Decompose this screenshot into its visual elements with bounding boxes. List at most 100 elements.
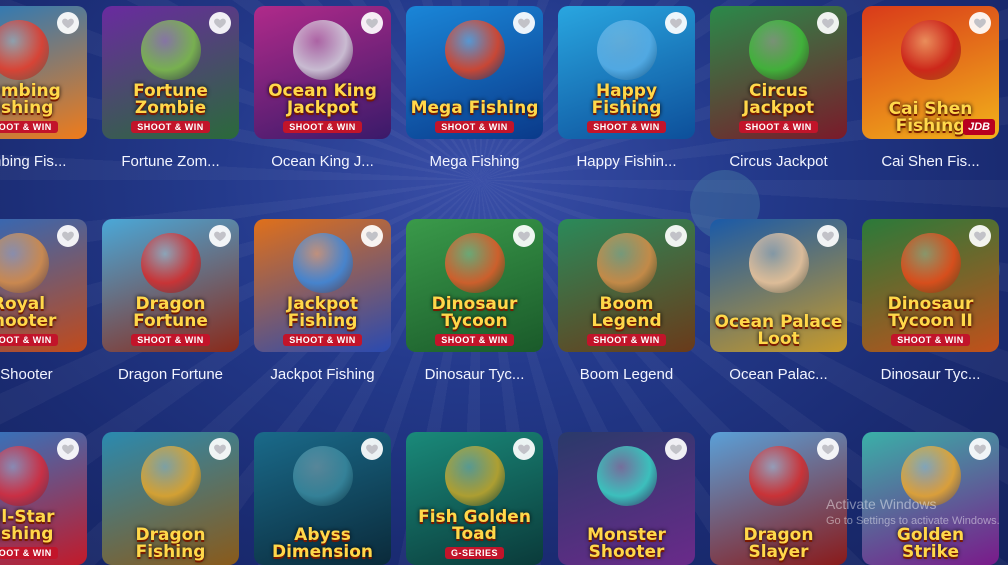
favorite-heart-icon[interactable] <box>665 438 687 460</box>
game-thumbnail[interactable]: Abyss Dimension <box>254 432 391 565</box>
game-mascot-art <box>596 233 657 293</box>
game-card[interactable]: Ocean Palace Loot Ocean Palac... <box>710 219 847 383</box>
game-card[interactable]: Dragon Fishing <box>102 432 239 565</box>
game-logo-text: Happy Fishing <box>591 81 662 118</box>
favorite-heart-icon[interactable] <box>513 12 535 34</box>
game-card[interactable]: Circus Jackpot SHOOT & WIN Circus Jackpot <box>710 6 847 170</box>
game-card[interactable]: Monster Shooter <box>558 432 695 565</box>
game-title[interactable]: Dragon Fortune <box>102 366 239 383</box>
game-card[interactable]: Dinosaur Tycoon SHOOT & WIN Dinosaur Tyc..… <box>406 219 543 383</box>
favorite-heart-icon[interactable] <box>969 225 991 247</box>
favorite-heart-icon[interactable] <box>57 12 79 34</box>
favorite-heart-icon[interactable] <box>361 12 383 34</box>
game-card[interactable]: Dinosaur Tycoon II SHOOT & WIN Dinosaur Ty… <box>862 219 999 383</box>
game-card[interactable]: Cai Shen Fishing JDB Cai Shen Fis... <box>862 6 999 170</box>
game-card[interactable]: Ocean King Jackpot SHOOT & WIN Ocean King … <box>254 6 391 170</box>
game-grid: Bombing Fishing SHOOT & WIN Bombing Fis...… <box>0 0 1008 565</box>
game-title[interactable]: al Shooter <box>0 366 87 383</box>
favorite-heart-icon[interactable] <box>361 225 383 247</box>
game-card[interactable]: All-Star Fishing SHOOT & WIN <box>0 432 87 565</box>
favorite-heart-icon[interactable] <box>209 12 231 34</box>
game-card[interactable]: Boom Legend SHOOT & WIN Boom Legend <box>558 219 695 383</box>
game-title[interactable]: Circus Jackpot <box>710 153 847 170</box>
watermark-subtitle: Go to Settings to activate Windows. <box>826 515 1000 527</box>
game-thumbnail[interactable]: Mega Fishing SHOOT & WIN <box>406 6 543 139</box>
game-thumbnail[interactable]: Ocean King Jackpot SHOOT & WIN <box>254 6 391 139</box>
game-card[interactable]: Fish Golden Toad G-SERIES <box>406 432 543 565</box>
favorite-heart-icon[interactable] <box>57 438 79 460</box>
game-tagline: SHOOT & WIN <box>587 121 666 133</box>
game-mascot-art <box>444 446 505 506</box>
game-card[interactable]: Jackpot Fishing SHOOT & WIN Jackpot Fishin… <box>254 219 391 383</box>
game-card[interactable]: Royal Shooter SHOOT & WIN al Shooter <box>0 219 87 383</box>
favorite-heart-icon[interactable] <box>513 438 535 460</box>
game-thumbnail[interactable]: Monster Shooter <box>558 432 695 565</box>
game-mascot-art <box>0 20 49 80</box>
game-thumbnail[interactable]: Happy Fishing SHOOT & WIN <box>558 6 695 139</box>
game-thumbnail[interactable]: Royal Shooter SHOOT & WIN <box>0 219 87 352</box>
game-thumbnail[interactable]: Fish Golden Toad G-SERIES <box>406 432 543 565</box>
game-mascot-art <box>292 233 353 293</box>
favorite-heart-icon[interactable] <box>209 225 231 247</box>
game-title[interactable]: Jackpot Fishing <box>254 366 391 383</box>
game-logo-text: Mega Fishing <box>410 98 539 118</box>
game-title[interactable]: Dinosaur Tyc... <box>406 366 543 383</box>
game-tagline: SHOOT & WIN <box>131 334 210 346</box>
game-card[interactable]: Mega Fishing SHOOT & WIN Mega Fishing <box>406 6 543 170</box>
game-thumbnail[interactable]: Bombing Fishing SHOOT & WIN <box>0 6 87 139</box>
game-title[interactable]: Dinosaur Tyc... <box>862 366 999 383</box>
favorite-heart-icon[interactable] <box>361 438 383 460</box>
game-mascot-art <box>596 446 657 506</box>
game-thumbnail[interactable]: Dragon Fortune SHOOT & WIN <box>102 219 239 352</box>
game-tagline: SHOOT & WIN <box>0 121 58 133</box>
game-title[interactable]: Happy Fishin... <box>558 153 695 170</box>
game-thumbnail[interactable]: Dragon Fishing <box>102 432 239 565</box>
game-tagline: SHOOT & WIN <box>891 334 970 346</box>
game-card[interactable]: Abyss Dimension <box>254 432 391 565</box>
game-mascot-art <box>748 233 809 293</box>
game-title[interactable]: Fortune Zom... <box>102 153 239 170</box>
game-card[interactable]: Dragon Fortune SHOOT & WIN Dragon Fortune <box>102 219 239 383</box>
favorite-heart-icon[interactable] <box>969 12 991 34</box>
game-title[interactable]: Bombing Fis... <box>0 153 87 170</box>
favorite-heart-icon[interactable] <box>969 438 991 460</box>
game-thumbnail[interactable]: Circus Jackpot SHOOT & WIN <box>710 6 847 139</box>
favorite-heart-icon[interactable] <box>513 225 535 247</box>
game-card[interactable]: Bombing Fishing SHOOT & WIN Bombing Fis... <box>0 6 87 170</box>
game-title[interactable]: Cai Shen Fis... <box>862 153 999 170</box>
game-card[interactable]: Fortune Zombie SHOOT & WIN Fortune Zom... <box>102 6 239 170</box>
game-thumbnail[interactable]: Dinosaur Tycoon II SHOOT & WIN <box>862 219 999 352</box>
game-tagline: SHOOT & WIN <box>435 334 514 346</box>
favorite-heart-icon[interactable] <box>817 438 839 460</box>
game-title[interactable]: Boom Legend <box>558 366 695 383</box>
game-thumbnail[interactable]: All-Star Fishing SHOOT & WIN <box>0 432 87 565</box>
favorite-heart-icon[interactable] <box>665 225 687 247</box>
favorite-heart-icon[interactable] <box>57 225 79 247</box>
game-tagline: SHOOT & WIN <box>435 121 514 133</box>
game-card[interactable]: Happy Fishing SHOOT & WIN Happy Fishin... <box>558 6 695 170</box>
game-mascot-art <box>0 446 49 506</box>
favorite-heart-icon[interactable] <box>209 438 231 460</box>
watermark-title: Activate Windows <box>826 496 937 512</box>
game-thumbnail[interactable]: Dinosaur Tycoon SHOOT & WIN <box>406 219 543 352</box>
game-thumbnail[interactable]: Jackpot Fishing SHOOT & WIN <box>254 219 391 352</box>
game-title[interactable]: Ocean King J... <box>254 153 391 170</box>
game-logo-text: Circus Jackpot <box>742 81 815 118</box>
game-mascot-art <box>292 446 353 506</box>
favorite-heart-icon[interactable] <box>817 225 839 247</box>
game-mascot-art <box>140 20 201 80</box>
game-logo-text: Fortune Zombie <box>133 81 208 118</box>
game-mascot-art <box>900 233 961 293</box>
game-thumbnail[interactable]: Boom Legend SHOOT & WIN <box>558 219 695 352</box>
game-title[interactable]: Ocean Palac... <box>710 366 847 383</box>
game-thumbnail[interactable]: Ocean Palace Loot <box>710 219 847 352</box>
game-title[interactable]: Mega Fishing <box>406 153 543 170</box>
provider-badge: JDB <box>962 119 995 135</box>
game-thumbnail[interactable]: Fortune Zombie SHOOT & WIN <box>102 6 239 139</box>
favorite-heart-icon[interactable] <box>817 12 839 34</box>
favorite-heart-icon[interactable] <box>665 12 687 34</box>
game-tagline: SHOOT & WIN <box>283 121 362 133</box>
game-logo-text: Dinosaur Tycoon II <box>887 294 974 331</box>
game-logo-text: Royal Shooter <box>0 294 57 331</box>
game-thumbnail[interactable]: Cai Shen Fishing JDB <box>862 6 999 139</box>
